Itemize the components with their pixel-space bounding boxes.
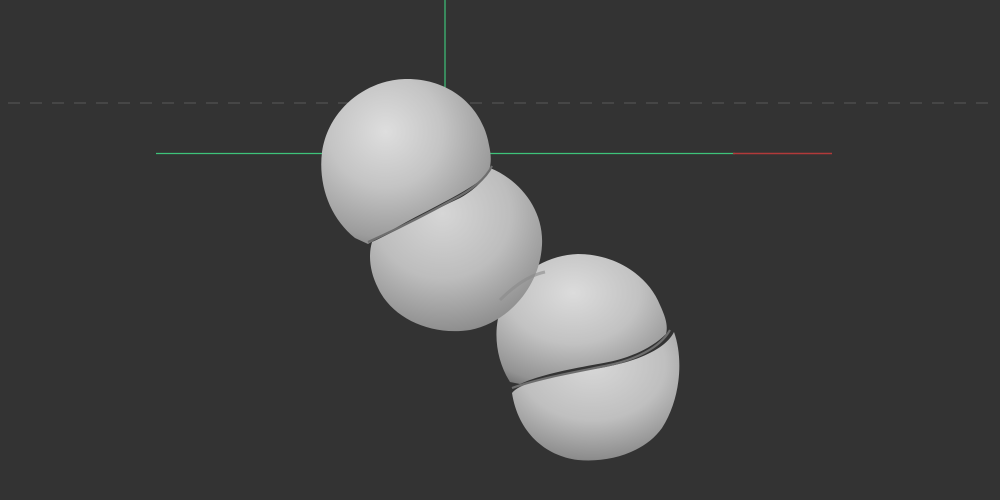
viewport-canvas[interactable] (0, 0, 1000, 500)
segmented-sphere-mesh[interactable] (321, 78, 680, 461)
3d-viewport[interactable] (0, 0, 1000, 500)
